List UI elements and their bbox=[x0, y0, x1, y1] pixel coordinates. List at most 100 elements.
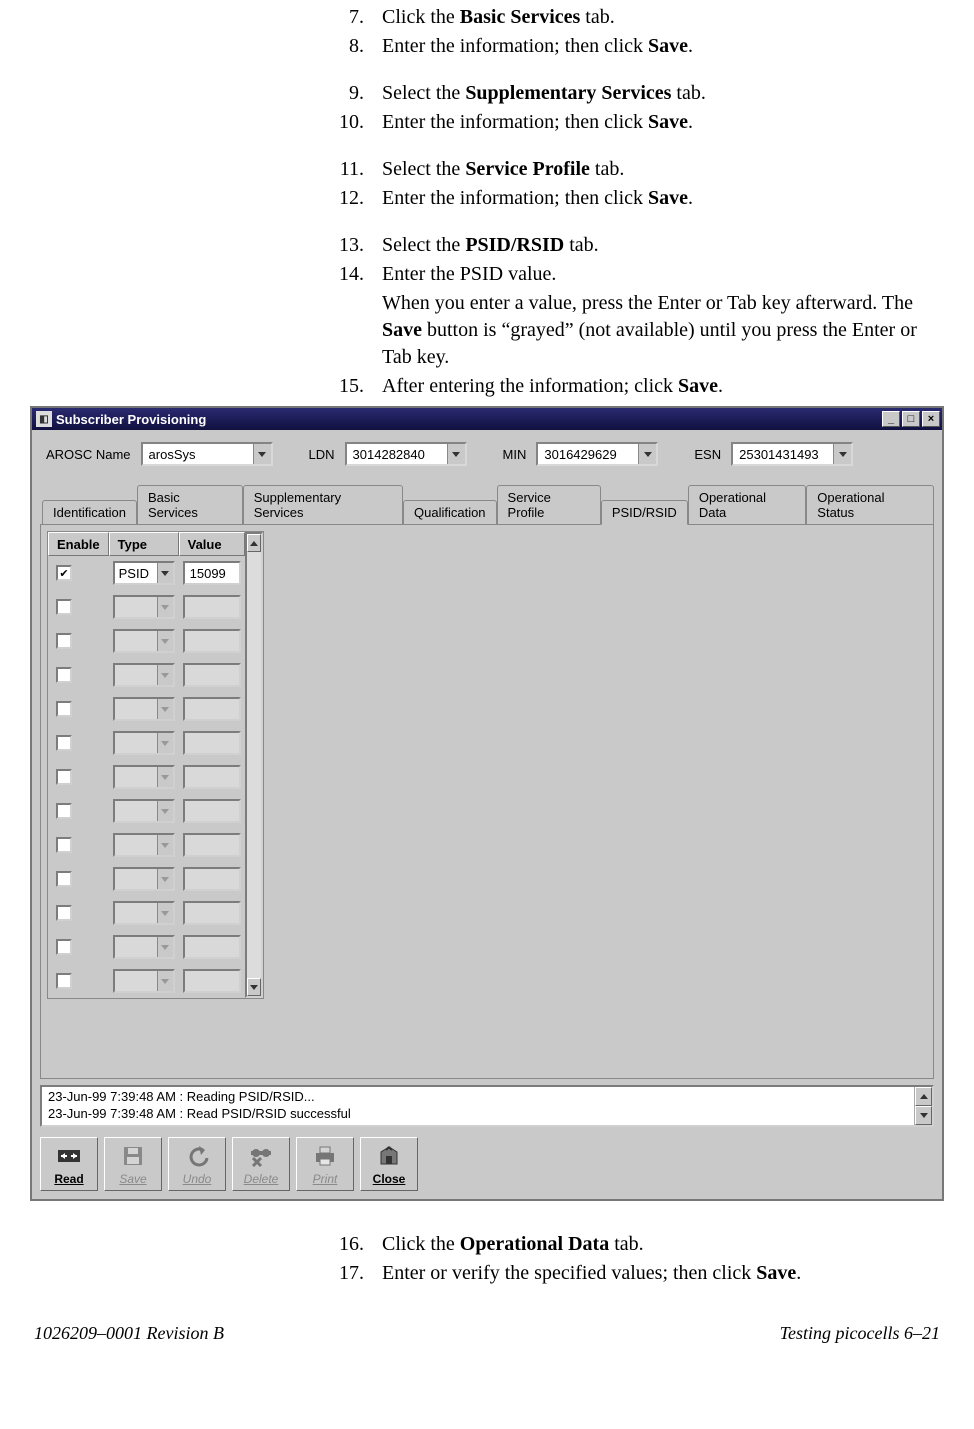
footer-left: 1026209–0001 Revision B bbox=[34, 1323, 224, 1344]
enable-checkbox[interactable] bbox=[56, 837, 72, 853]
value-input[interactable] bbox=[183, 833, 241, 857]
instruction-step: 16.Click the Operational Data tab. bbox=[330, 1231, 944, 1258]
ldn-input[interactable] bbox=[347, 444, 447, 464]
enable-checkbox[interactable] bbox=[56, 735, 72, 751]
enable-checkbox[interactable] bbox=[56, 599, 72, 615]
chevron-down-icon[interactable] bbox=[157, 597, 173, 617]
tab-basic-services[interactable]: Basic Services bbox=[137, 485, 243, 525]
chevron-down-icon[interactable] bbox=[157, 699, 173, 719]
min-combo[interactable] bbox=[536, 442, 658, 466]
chevron-down-icon[interactable] bbox=[833, 444, 851, 464]
scroll-down-button[interactable] bbox=[247, 978, 261, 996]
scroll-up-button[interactable] bbox=[915, 1087, 932, 1106]
ldn-combo[interactable] bbox=[345, 442, 467, 466]
status-panel: 23-Jun-99 7:39:48 AM : Reading PSID/RSID… bbox=[40, 1085, 934, 1127]
button-label: Print bbox=[313, 1172, 338, 1186]
close-icon bbox=[372, 1142, 406, 1170]
value-input[interactable] bbox=[183, 935, 241, 959]
type-combo[interactable] bbox=[113, 867, 175, 891]
enable-checkbox[interactable] bbox=[56, 633, 72, 649]
tab-service-profile[interactable]: Service Profile bbox=[497, 485, 601, 525]
min-input[interactable] bbox=[538, 444, 638, 464]
read-button[interactable]: Read bbox=[40, 1137, 98, 1191]
enable-checkbox[interactable] bbox=[56, 939, 72, 955]
tab-qualification[interactable]: Qualification bbox=[403, 500, 497, 525]
tab-operational-data[interactable]: Operational Data bbox=[688, 485, 806, 525]
arosc-name-combo[interactable] bbox=[141, 442, 273, 466]
enable-checkbox[interactable] bbox=[56, 973, 72, 989]
close-window-button[interactable]: × bbox=[922, 411, 940, 427]
type-combo[interactable] bbox=[113, 697, 175, 721]
value-input[interactable] bbox=[183, 867, 241, 891]
maximize-button[interactable]: □ bbox=[902, 411, 920, 427]
type-combo[interactable] bbox=[113, 935, 175, 959]
chevron-down-icon[interactable] bbox=[157, 665, 173, 685]
chevron-down-icon[interactable] bbox=[157, 631, 173, 651]
psid-grid: EnableTypeValue✔PSID15099 bbox=[48, 532, 245, 998]
chevron-down-icon[interactable] bbox=[157, 767, 173, 787]
grid-scrollbar[interactable] bbox=[245, 532, 263, 998]
instruction-step: 12.Enter the information; then click Sav… bbox=[330, 185, 944, 212]
value-input[interactable] bbox=[183, 765, 241, 789]
chevron-down-icon[interactable] bbox=[157, 563, 173, 583]
chevron-down-icon[interactable] bbox=[447, 444, 465, 464]
enable-checkbox[interactable] bbox=[56, 803, 72, 819]
enable-checkbox[interactable] bbox=[56, 871, 72, 887]
chevron-down-icon[interactable] bbox=[157, 835, 173, 855]
tab-psid-rsid[interactable]: PSID/RSID bbox=[601, 500, 688, 525]
instruction-step: 10.Enter the information; then click Sav… bbox=[330, 109, 944, 136]
type-combo[interactable] bbox=[113, 629, 175, 653]
arosc-name-input[interactable] bbox=[143, 444, 253, 464]
value-input[interactable] bbox=[183, 731, 241, 755]
scroll-down-button[interactable] bbox=[915, 1106, 932, 1125]
save-button: Save bbox=[104, 1137, 162, 1191]
esn-combo[interactable] bbox=[731, 442, 853, 466]
value-input[interactable] bbox=[183, 901, 241, 925]
type-combo[interactable] bbox=[113, 663, 175, 687]
value-input[interactable] bbox=[183, 697, 241, 721]
value-input[interactable] bbox=[183, 629, 241, 653]
table-row bbox=[48, 964, 245, 998]
tab-operational-status[interactable]: Operational Status bbox=[806, 485, 934, 525]
enable-checkbox[interactable] bbox=[56, 769, 72, 785]
value-input[interactable] bbox=[183, 663, 241, 687]
type-combo[interactable] bbox=[113, 765, 175, 789]
type-combo[interactable] bbox=[113, 969, 175, 993]
tab-identification[interactable]: Identification bbox=[42, 500, 137, 525]
tab-supplementary-services[interactable]: Supplementary Services bbox=[243, 485, 403, 525]
chevron-down-icon[interactable] bbox=[157, 869, 173, 889]
type-combo[interactable] bbox=[113, 731, 175, 755]
chevron-down-icon[interactable] bbox=[157, 801, 173, 821]
subscriber-provisioning-window: ◧ Subscriber Provisioning _ □ × AROSC Na… bbox=[30, 406, 944, 1201]
column-header: Type bbox=[109, 532, 179, 556]
chevron-down-icon[interactable] bbox=[157, 937, 173, 957]
value-input[interactable] bbox=[183, 969, 241, 993]
instruction-step: 11.Select the Service Profile tab. bbox=[330, 156, 944, 183]
table-row: ✔ PSID 15099 bbox=[48, 556, 245, 590]
enable-checkbox[interactable]: ✔ bbox=[56, 565, 72, 581]
minimize-button[interactable]: _ bbox=[882, 411, 900, 427]
footer-right: Testing picocells 6–21 bbox=[780, 1323, 940, 1344]
value-input[interactable] bbox=[183, 799, 241, 823]
enable-checkbox[interactable] bbox=[56, 667, 72, 683]
chevron-down-icon[interactable] bbox=[157, 971, 173, 991]
chevron-down-icon[interactable] bbox=[157, 733, 173, 753]
enable-checkbox[interactable] bbox=[56, 701, 72, 717]
chevron-down-icon[interactable] bbox=[638, 444, 656, 464]
value-input[interactable] bbox=[183, 595, 241, 619]
type-combo[interactable] bbox=[113, 799, 175, 823]
status-scrollbar[interactable] bbox=[914, 1087, 932, 1125]
ldn-label: LDN bbox=[309, 447, 335, 462]
table-row bbox=[48, 794, 245, 828]
close-button[interactable]: Close bbox=[360, 1137, 418, 1191]
type-combo[interactable] bbox=[113, 833, 175, 857]
enable-checkbox[interactable] bbox=[56, 905, 72, 921]
scroll-up-button[interactable] bbox=[247, 534, 261, 552]
type-combo[interactable]: PSID bbox=[113, 561, 175, 585]
chevron-down-icon[interactable] bbox=[253, 444, 271, 464]
chevron-down-icon[interactable] bbox=[157, 903, 173, 923]
value-input[interactable]: 15099 bbox=[183, 561, 241, 585]
type-combo[interactable] bbox=[113, 901, 175, 925]
type-combo[interactable] bbox=[113, 595, 175, 619]
esn-input[interactable] bbox=[733, 444, 833, 464]
